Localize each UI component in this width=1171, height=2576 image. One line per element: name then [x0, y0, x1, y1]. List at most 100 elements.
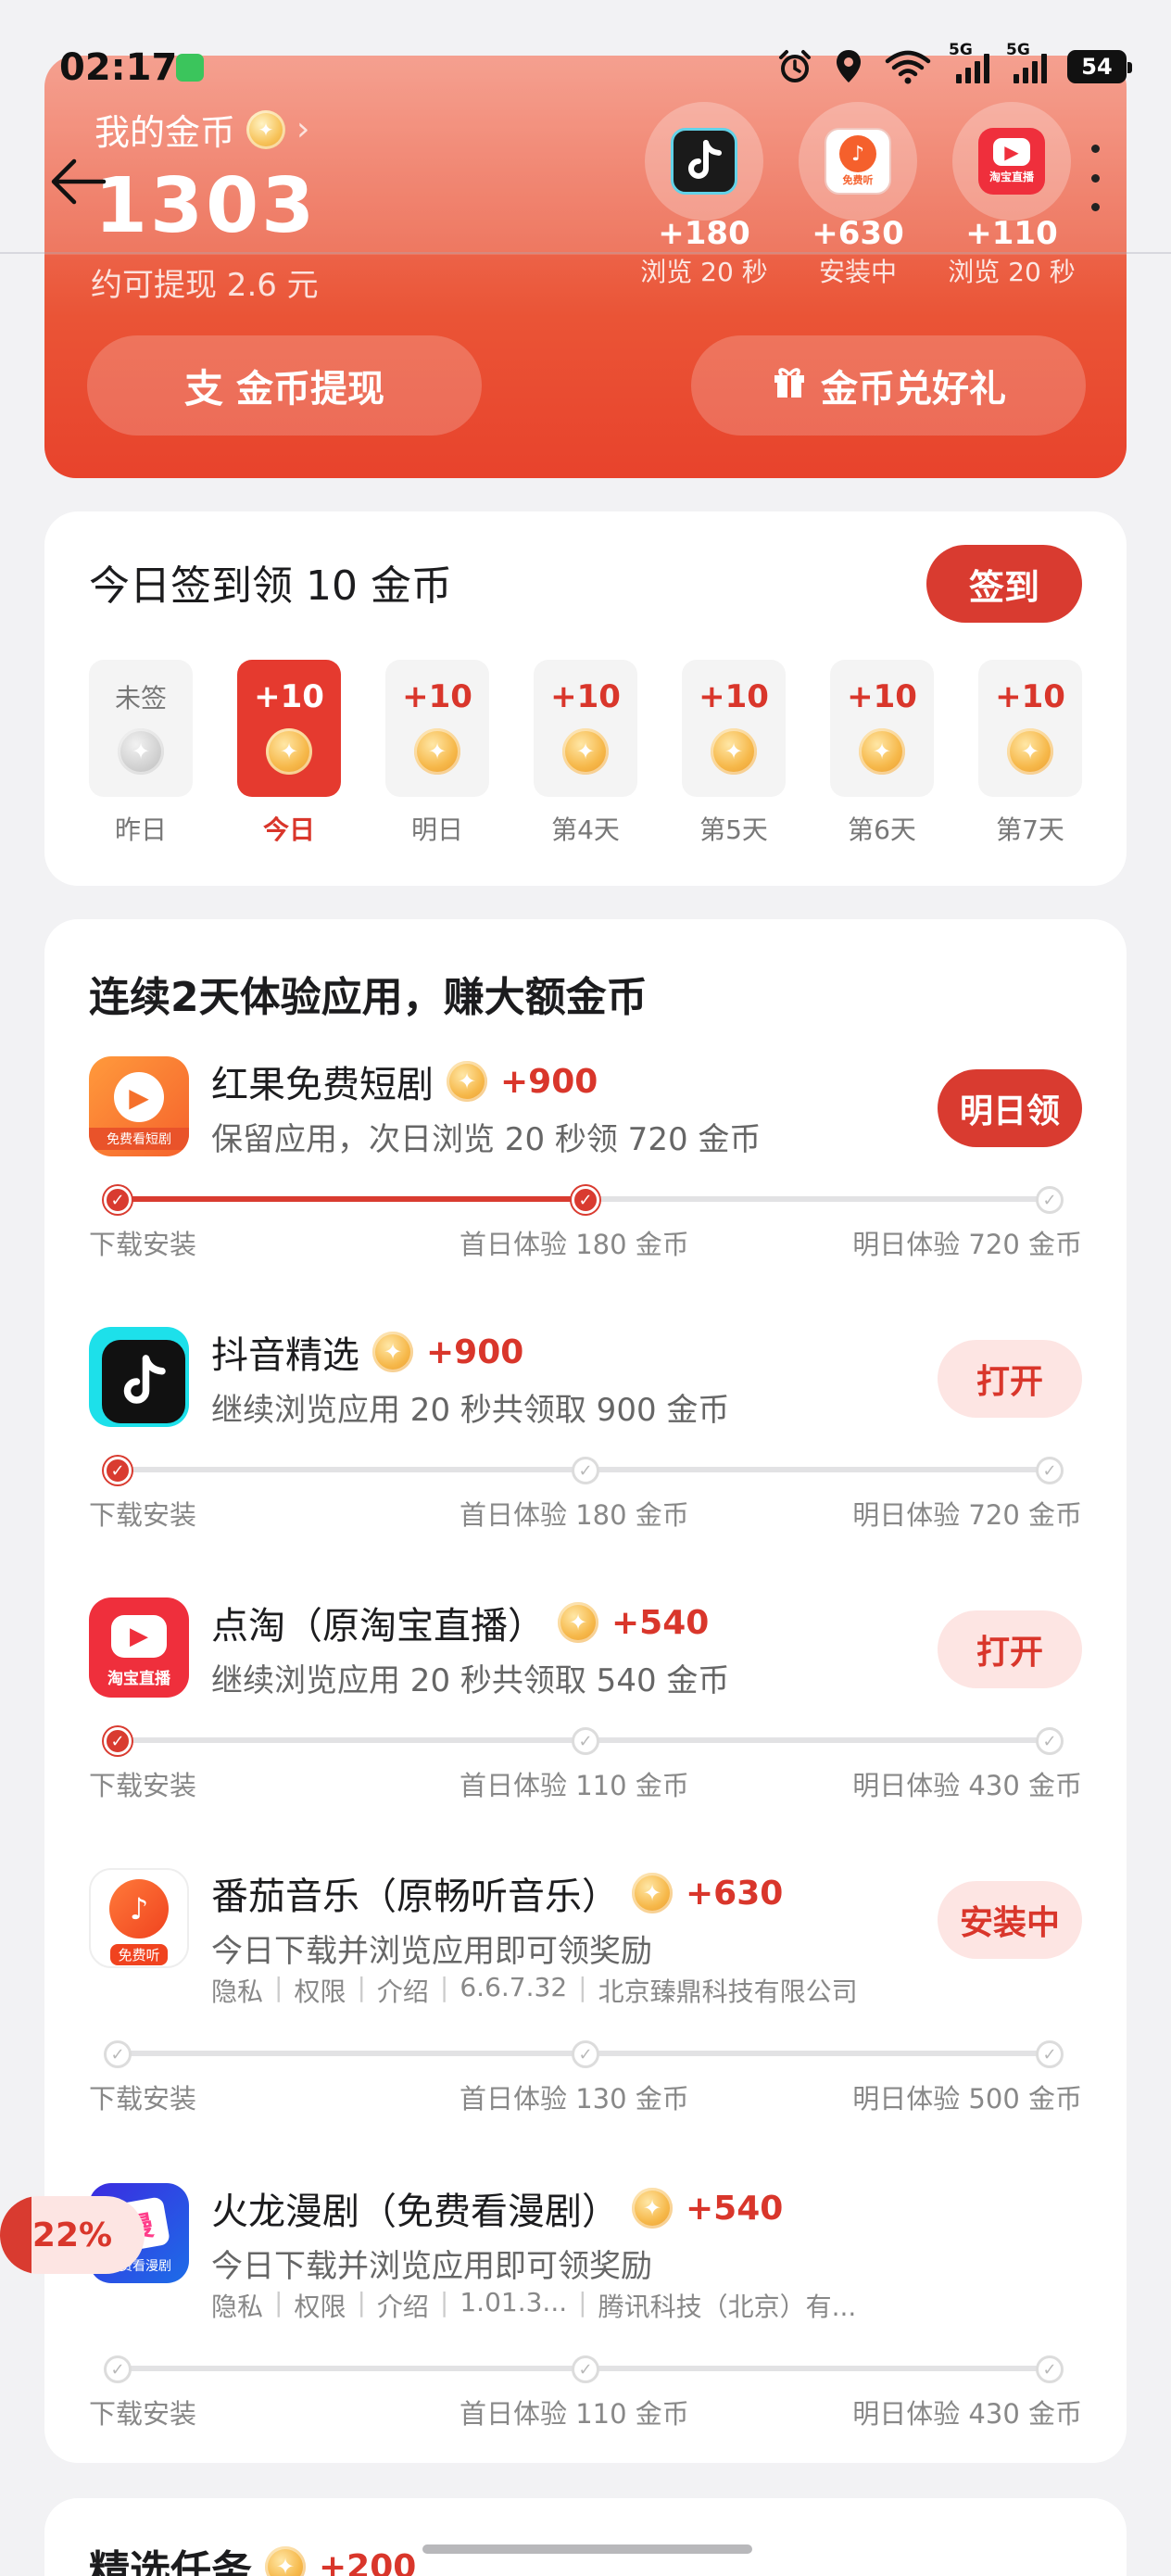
check-icon: ✓ [572, 1457, 599, 1484]
status-icons: 5G 5G 54 [776, 41, 1132, 84]
signal-icon-2: 5G [1006, 41, 1047, 83]
featured-tasks-card: 精选任务 +200 [44, 2498, 1127, 2576]
coin-icon [372, 1332, 413, 1372]
signin-day-4: +10 第4天 [534, 660, 637, 847]
coin-icon [266, 728, 312, 775]
permissions-link[interactable]: 权限 [294, 2287, 346, 2324]
check-icon: ✓ [1036, 1457, 1064, 1484]
app-description: 继续浏览应用 20 秒共领取 900 金币 [211, 1392, 730, 1429]
privacy-link[interactable]: 隐私 [211, 1972, 263, 2009]
diantao-app-icon: ▶ 淘宝直播 [89, 1597, 189, 1698]
app-meta: 隐私 | 权限 | 介绍 | 1.01.3... | 腾讯科技（北京）有... [211, 2287, 857, 2324]
app-item-hongguo: ▶ 免费看短剧 红果免费短剧 +900 保留应用，次日浏览 20 秒领 720 … [44, 1056, 1127, 1325]
check-icon: ✓ [104, 2040, 132, 2068]
check-icon: ✓ [1036, 1727, 1064, 1755]
signal-icon: 5G [949, 41, 989, 83]
app-name: 点淘（原淘宝直播） [211, 1605, 545, 1648]
daily-signin-card: 今日签到领 10 金币 签到 未签 昨日 +10 今日 +10 明日 +10 第… [44, 511, 1127, 886]
status-time: 02:17 [59, 46, 178, 89]
coin-icon [632, 1873, 673, 1913]
app-developer: 腾讯科技（北京）有... [598, 2292, 857, 2322]
installing-button[interactable]: 安装中 [938, 1881, 1082, 1959]
coin-icon [562, 728, 609, 775]
app-meta: 隐私 | 权限 | 介绍 | 6.6.7.32 | 北京臻鼎科技有限公司 [211, 1972, 858, 2009]
check-icon: ✓ [104, 1727, 132, 1755]
app-name: 抖音精选 [211, 1334, 359, 1377]
signin-day-7: +10 第7天 [978, 660, 1082, 847]
coin-icon [859, 728, 905, 775]
progress-track: ✓ ✓ ✓ [104, 1451, 1065, 1488]
check-icon: ✓ [1036, 2355, 1064, 2383]
battery-icon: 54 [1067, 50, 1132, 83]
app-version: 1.01.3... [460, 2287, 568, 2317]
privacy-link[interactable]: 隐私 [211, 2287, 263, 2324]
withdraw-button[interactable]: 支 金币提现 [87, 335, 482, 436]
check-icon: ✓ [104, 1457, 132, 1484]
download-progress-button[interactable]: 22% [0, 2196, 145, 2274]
tasks-reward: +200 [319, 2547, 417, 2576]
cash-estimate: 约可提现 2.6 元 [91, 267, 319, 304]
more-options-icon[interactable] [1084, 145, 1106, 211]
gift-icon [771, 362, 808, 409]
wifi-icon [884, 50, 932, 84]
open-button[interactable]: 打开 [938, 1340, 1082, 1418]
app-description: 保留应用，次日浏览 20 秒领 720 金币 [211, 1121, 762, 1158]
app-name: 火龙漫剧（免费看漫剧） [211, 2191, 619, 2233]
hongguo-app-icon: ▶ 免费看短剧 [89, 1056, 189, 1156]
open-button[interactable]: 打开 [938, 1610, 1082, 1688]
coin-icon [265, 2546, 306, 2576]
download-progress-fill [0, 2196, 32, 2274]
claim-tomorrow-button[interactable]: 明日领 [938, 1069, 1082, 1147]
app-item-fanqie-music: ♪ 免费听 番茄音乐（原畅听音乐） +630 今日下载并浏览应用即可领奖励 隐私… [44, 1868, 1127, 2137]
coin-icon [632, 2188, 673, 2229]
app-reward: +900 [426, 1332, 524, 1371]
intro-link[interactable]: 介绍 [377, 2287, 429, 2324]
redeem-gift-button[interactable]: 金币兑好礼 [691, 335, 1086, 436]
check-icon: ✓ [104, 1186, 132, 1214]
permissions-link[interactable]: 权限 [294, 1972, 346, 2009]
coin-icon [558, 1602, 598, 1643]
signin-days: 未签 昨日 +10 今日 +10 明日 +10 第4天 +10 第5天 +10 … [89, 660, 1082, 845]
signin-day-tomorrow: +10 明日 [385, 660, 489, 847]
check-icon: ✓ [1036, 1186, 1064, 1214]
coin-icon [414, 728, 460, 775]
app-item-huolong: 漫 免费看漫剧 火龙漫剧（免费看漫剧） +540 今日下载并浏览应用即可领奖励 … [0, 2183, 1127, 2452]
check-icon: ✓ [572, 1727, 599, 1755]
location-icon [834, 50, 863, 83]
signin-day-yesterday: 未签 昨日 [89, 660, 193, 847]
check-icon: ✓ [1036, 2040, 1064, 2068]
coin-icon [447, 1061, 487, 1102]
progress-track: ✓ ✓ ✓ [104, 2035, 1065, 2072]
signin-title: 今日签到领 10 金币 [89, 562, 452, 610]
withdraw-icon: 支 [183, 365, 223, 411]
app-reward: +540 [686, 2189, 784, 2228]
coin-icon [118, 728, 164, 775]
progress-track: ✓ ✓ ✓ [104, 2350, 1065, 2387]
back-arrow-icon[interactable] [46, 156, 107, 208]
signin-button[interactable]: 签到 [926, 545, 1082, 623]
app-trial-title: 连续2天体验应用，赚大额金币 [89, 974, 648, 1021]
app-reward: +900 [500, 1062, 598, 1101]
check-icon: ✓ [572, 1186, 599, 1214]
coin-amount: 1303 [94, 162, 318, 250]
app-description: 今日下载并浏览应用即可领奖励 [211, 1933, 652, 1970]
app-version: 6.6.7.32 [460, 1972, 568, 2002]
app-reward: +630 [686, 1874, 784, 1913]
signin-day-today[interactable]: +10 今日 [237, 660, 341, 847]
coin-icon [1007, 728, 1053, 775]
featured-tasks-title: 精选任务 [89, 2547, 252, 2576]
app-item-diantao: ▶ 淘宝直播 点淘（原淘宝直播） +540 继续浏览应用 20 秒共领取 540… [44, 1597, 1127, 1866]
home-indicator[interactable] [422, 2544, 752, 2554]
check-icon: ✓ [572, 2040, 599, 2068]
app-developer: 北京臻鼎科技有限公司 [598, 1976, 858, 2007]
app-description: 继续浏览应用 20 秒共领取 540 金币 [211, 1662, 730, 1699]
app-trial-card: 连续2天体验应用，赚大额金币 ▶ 免费看短剧 红果免费短剧 +900 保留应用，… [0, 919, 1127, 2463]
app-reward: +540 [611, 1603, 710, 1642]
check-icon: ✓ [104, 2355, 132, 2383]
progress-track: ✓ ✓ ✓ [104, 1722, 1065, 1759]
status-bar: 02:17 5G 5G 54 [0, 0, 1171, 139]
app-name: 红果免费短剧 [211, 1064, 434, 1106]
message-notification-icon [176, 54, 204, 82]
check-icon: ✓ [572, 2355, 599, 2383]
intro-link[interactable]: 介绍 [377, 1972, 429, 2009]
